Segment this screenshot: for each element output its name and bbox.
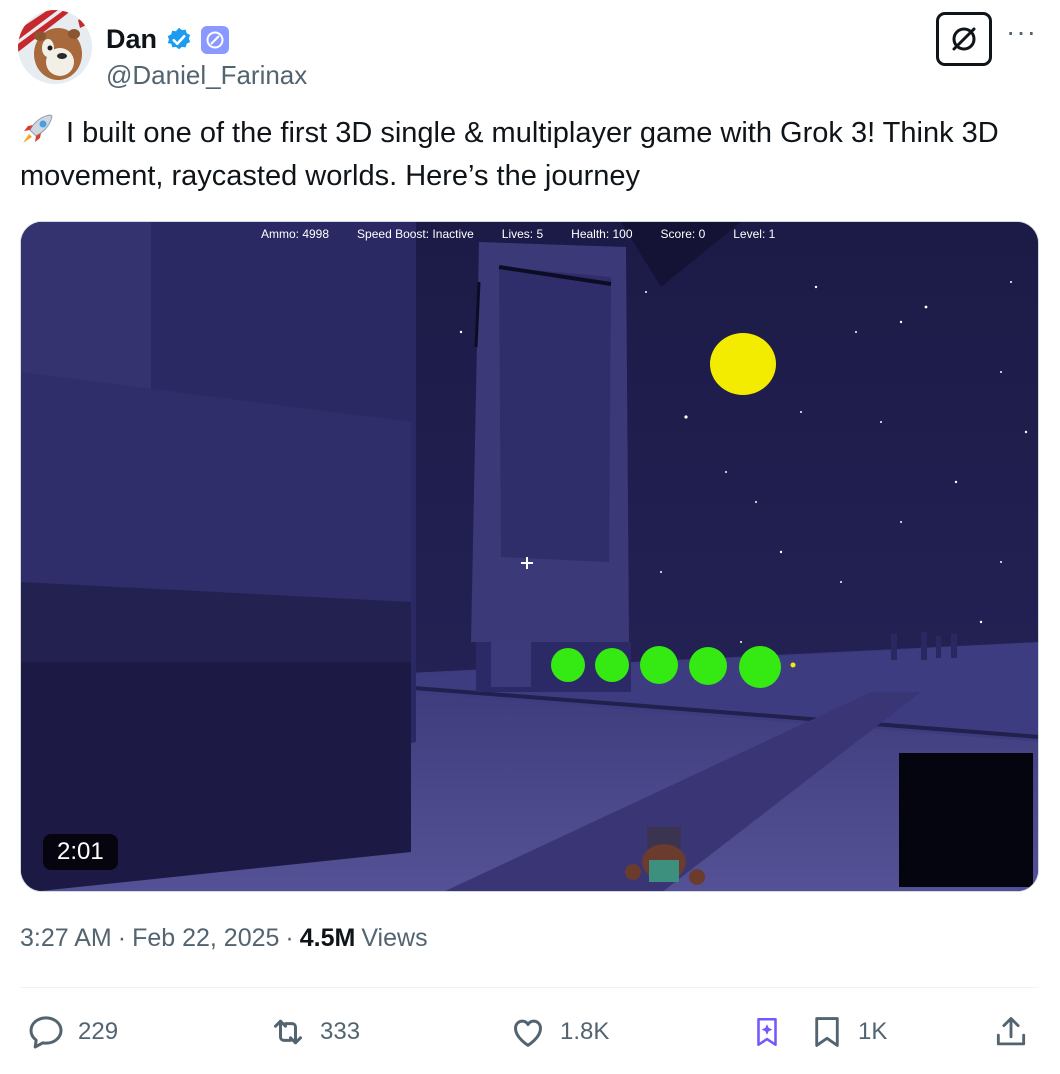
reply-button[interactable]: 229	[26, 1008, 118, 1056]
verified-badge-icon[interactable]	[165, 26, 193, 54]
tweet-body: I built one of the first 3D single & mul…	[20, 117, 999, 192]
more-options-icon[interactable]: ···	[1006, 18, 1037, 46]
divider	[20, 987, 1039, 988]
hud-health: Health: 100	[571, 227, 633, 241]
reply-icon	[29, 1016, 63, 1049]
repost-button[interactable]: 333	[268, 1008, 360, 1056]
hud-speed-boost: Speed Boost: Inactive	[357, 227, 474, 241]
game-hud: Ammo: 4998 Speed Boost: Inactive Lives: …	[261, 227, 775, 241]
tweet-meta: 3:27 AM · Feb 22, 2025 · 4.5M Views	[20, 924, 428, 953]
views-count: 4.5M	[299, 924, 356, 952]
repost-count: 333	[320, 1018, 361, 1045]
tweet-date[interactable]: Feb 22, 2025	[132, 924, 279, 953]
bookmark-button[interactable]: 1K	[808, 1008, 887, 1056]
game-scene	[21, 222, 1038, 891]
minimap	[899, 753, 1033, 887]
hud-level: Level: 1	[733, 227, 776, 241]
meta-separator: ·	[285, 924, 294, 952]
grok-icon	[952, 27, 976, 51]
tweet-time[interactable]: 3:27 AM	[20, 924, 112, 953]
grok-button[interactable]	[936, 12, 992, 66]
views-label: Views	[361, 924, 428, 952]
hud-lives: Lives: 5	[501, 227, 544, 241]
display-name[interactable]: Dan	[106, 24, 157, 55]
action-bar: 229 333 1.8K 1K	[20, 1008, 1039, 1058]
bookmark-icon	[815, 1017, 839, 1047]
hud-ammo: Ammo: 4998	[261, 227, 330, 241]
like-count: 1.8K	[560, 1018, 610, 1045]
tweet-header: Dan @Daniel_Farinax ···	[18, 10, 1048, 90]
reply-count: 229	[78, 1018, 119, 1045]
affiliate-badge-icon[interactable]	[201, 25, 230, 54]
bookmark-count: 1K	[858, 1018, 888, 1045]
heart-icon	[514, 1019, 542, 1047]
tweet-text: I built one of the first 3D single & mul…	[20, 112, 1040, 198]
video-duration-badge: 2:01	[43, 834, 118, 870]
grok-sparkle-icon	[757, 1017, 777, 1047]
repost-icon	[274, 1019, 302, 1045]
meta-separator: ·	[117, 924, 127, 952]
moon	[710, 333, 776, 395]
like-button[interactable]: 1.8K	[508, 1008, 609, 1056]
video-player[interactable]: Ammo: 4998 Speed Boost: Inactive Lives: …	[20, 221, 1039, 892]
hud-score: Score: 0	[660, 227, 706, 241]
handle[interactable]: @Daniel_Farinax	[106, 60, 307, 91]
avatar[interactable]	[18, 10, 92, 84]
share-icon	[996, 1017, 1026, 1046]
grok-explain-button[interactable]	[750, 1008, 784, 1056]
share-button[interactable]	[992, 1008, 1030, 1056]
rocket-icon	[20, 112, 56, 143]
